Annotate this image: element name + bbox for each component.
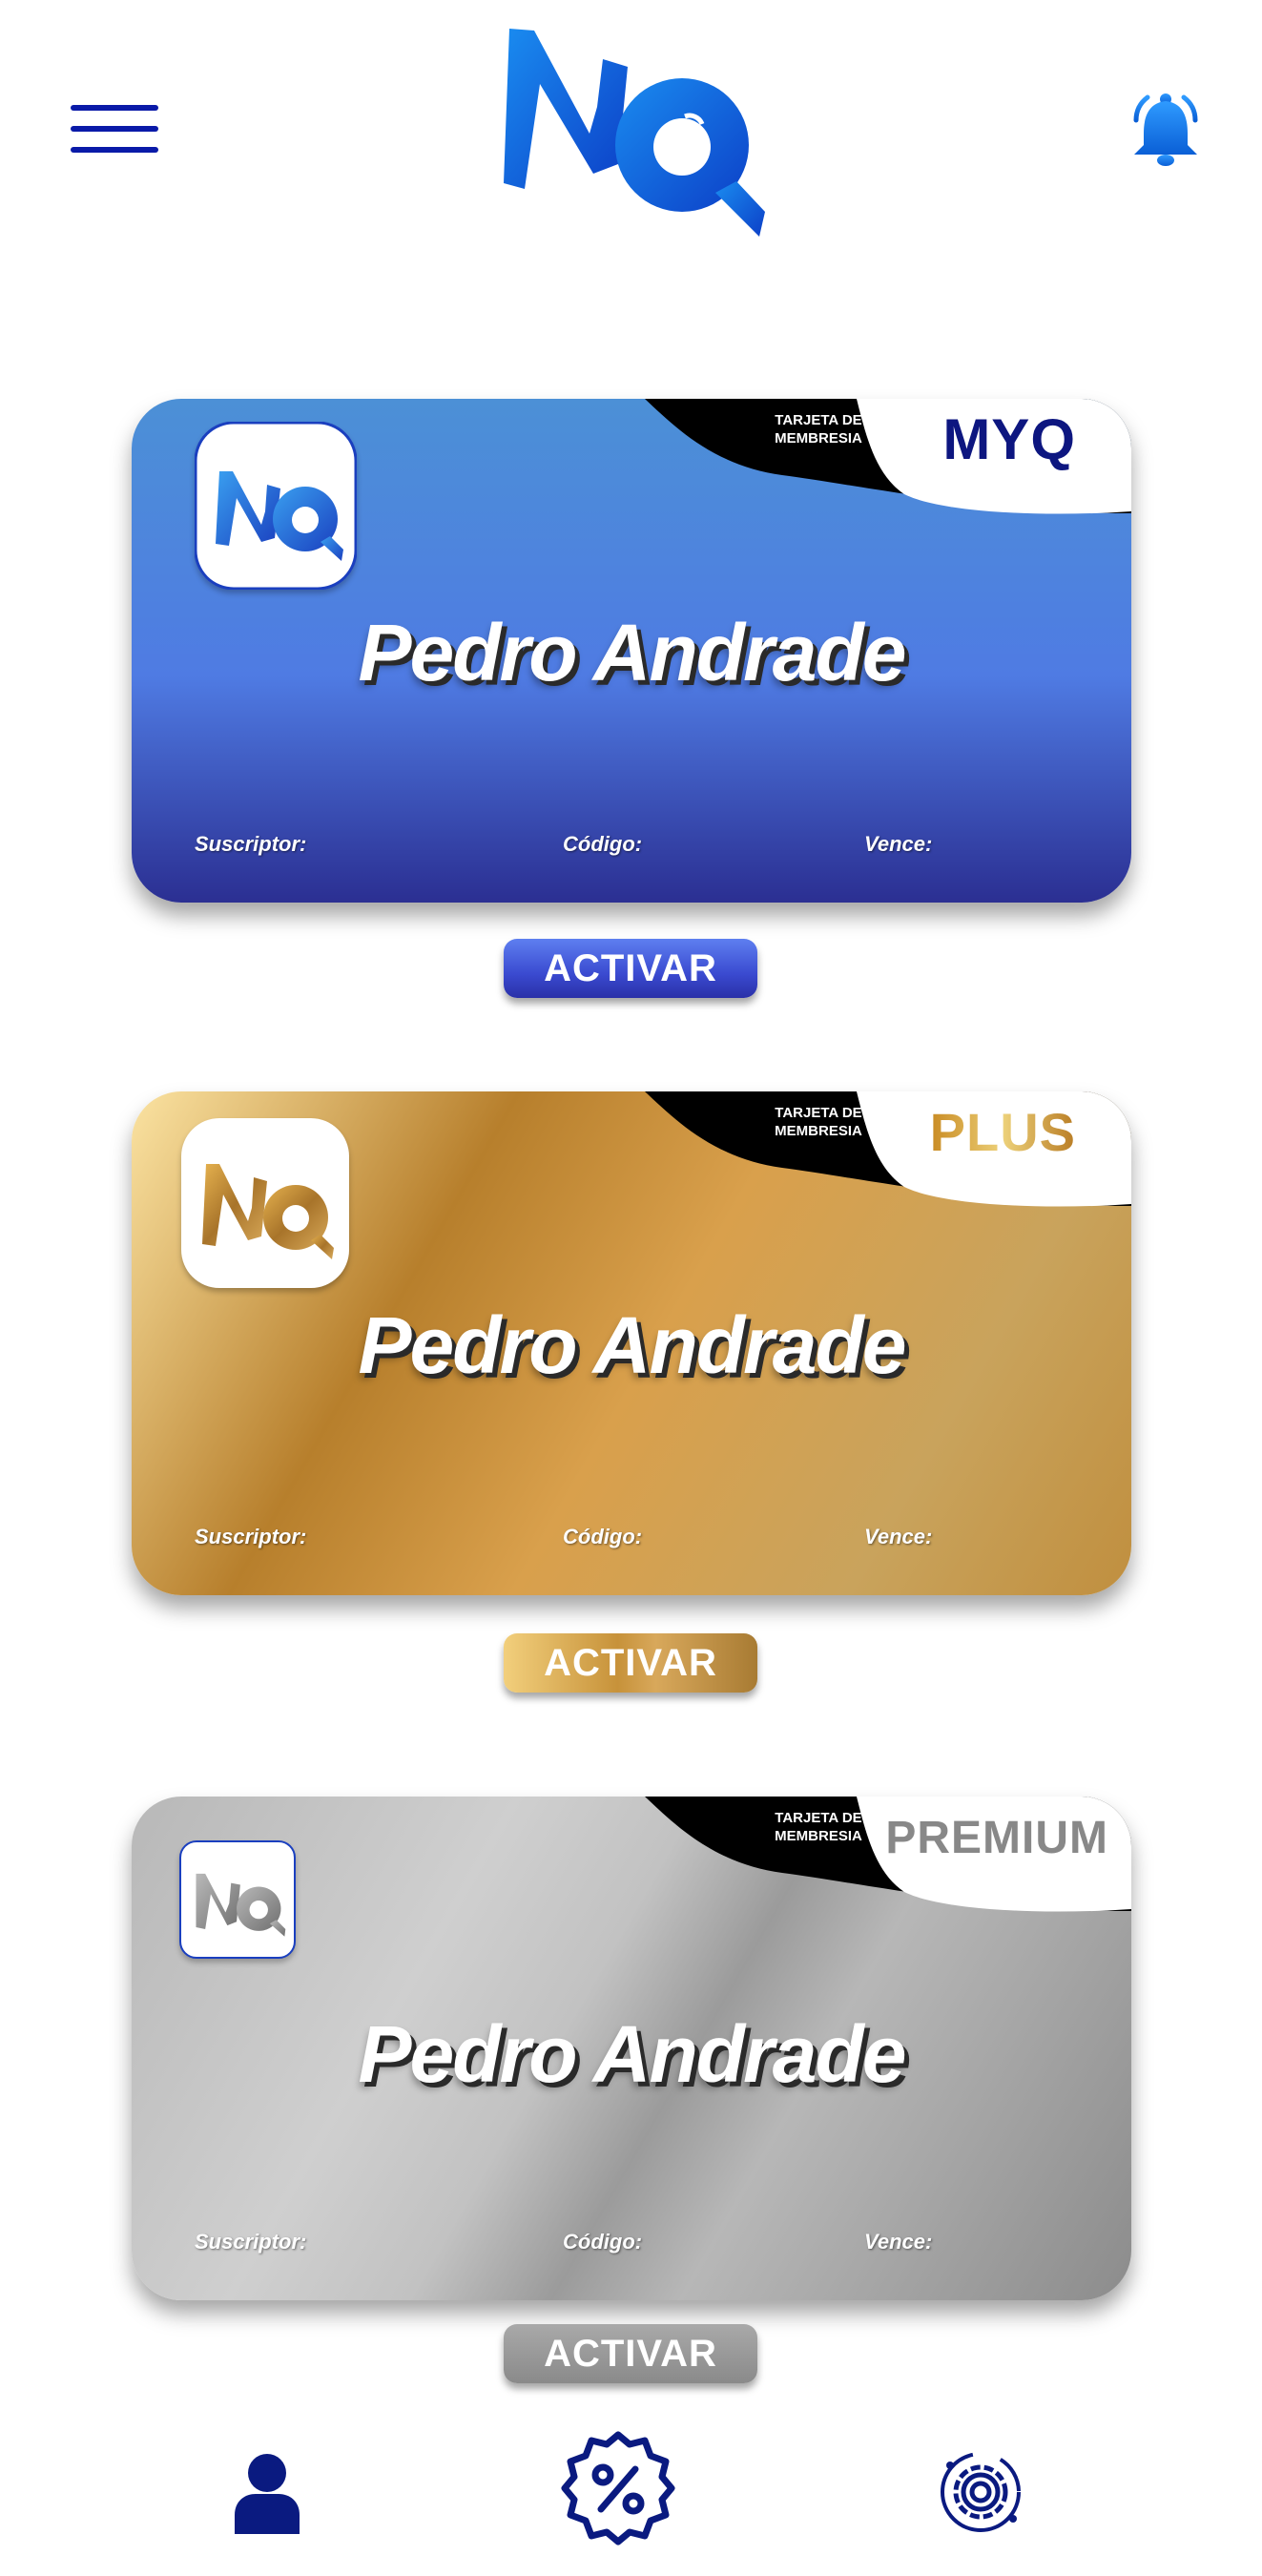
discount-badge-icon[interactable] xyxy=(561,2431,675,2545)
holder-name: Pedro Andrade xyxy=(358,608,907,697)
activate-button-myq[interactable]: ACTIVAR xyxy=(504,939,757,998)
tier-name: PREMIUM xyxy=(885,1813,1108,1863)
holder-name: Pedro Andrade xyxy=(358,2009,907,2099)
tier-name: MYQ xyxy=(942,407,1076,471)
expires-label: Vence: xyxy=(864,2230,933,2254)
card-logo xyxy=(179,1840,296,1959)
subscriber-label: Suscriptor: xyxy=(195,1525,307,1548)
membership-label: TARJETA DE MEMBRESIA xyxy=(775,412,862,447)
menu-button[interactable] xyxy=(71,103,158,156)
code-label: Código: xyxy=(563,1525,643,1548)
tier-name: PLUS xyxy=(929,1102,1076,1162)
code-label: Código: xyxy=(563,832,643,856)
expires-label: Vence: xyxy=(864,1525,933,1548)
membership-card-myq[interactable]: TARJETA DE MEMBRESIA MYQ Pedro Andrade S… xyxy=(132,399,1131,903)
expires-label: Vence: xyxy=(864,832,933,856)
app-logo xyxy=(504,29,765,237)
holder-name: Pedro Andrade xyxy=(358,1300,907,1390)
subscriber-label: Suscriptor: xyxy=(195,832,307,856)
menu-bar xyxy=(71,105,158,111)
menu-bar xyxy=(71,126,158,132)
activate-button-plus[interactable]: ACTIVAR xyxy=(504,1633,757,1693)
card-logo xyxy=(181,1118,349,1288)
membership-card-premium[interactable]: TARJETA DE MEMBRESIA PREMIUM Pedro Andra… xyxy=(132,1797,1131,2300)
card-logo xyxy=(195,422,357,590)
membership-label: TARJETA DE MEMBRESIA xyxy=(775,1105,862,1139)
menu-bar xyxy=(71,147,158,153)
activate-button-premium[interactable]: ACTIVAR xyxy=(504,2324,757,2383)
user-profile-icon[interactable] xyxy=(233,2452,301,2534)
bell-icon[interactable] xyxy=(1130,92,1201,168)
subscriber-label: Suscriptor: xyxy=(195,2230,307,2254)
settings-gear-icon[interactable] xyxy=(937,2448,1024,2536)
code-label: Código: xyxy=(563,2230,643,2254)
membership-card-plus[interactable]: TARJETA DE MEMBRESIA PLUS Pedro Andrade … xyxy=(132,1091,1131,1595)
